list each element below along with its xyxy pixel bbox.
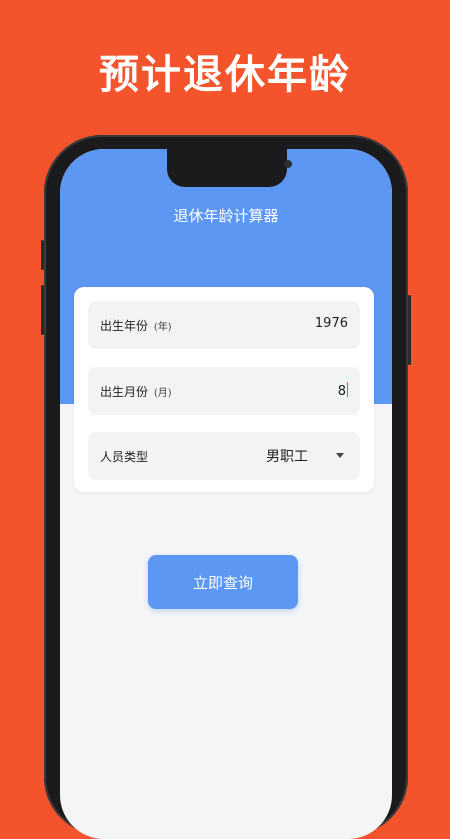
query-button[interactable]: 立即查询 <box>148 555 298 609</box>
birth-year-value[interactable]: 1976 <box>315 316 348 331</box>
phone-frame: 退休年龄计算器 出生年份 (年) 1976 出生月份 (月) 8 人员类型 男职… <box>41 135 411 839</box>
birth-month-label: 出生月份 (月) <box>100 383 172 400</box>
birth-month-unit: (月) <box>153 388 172 399</box>
phone-side-button <box>408 295 411 365</box>
birth-year-label-text: 出生年份 <box>100 319 149 333</box>
person-type-select[interactable]: 人员类型 男职工 <box>88 432 360 480</box>
birth-year-label: 出生年份 (年) <box>100 317 172 334</box>
promo-title: 预计退休年龄 <box>99 52 351 98</box>
app-screen: 退休年龄计算器 出生年份 (年) 1976 出生月份 (月) 8 人员类型 男职… <box>60 149 392 839</box>
phone-notch <box>167 149 292 187</box>
birth-year-unit: (年) <box>153 322 172 333</box>
birth-month-field[interactable]: 出生月份 (月) 8 <box>88 367 360 415</box>
birth-month-value: 8 <box>337 384 346 399</box>
text-cursor <box>347 382 348 397</box>
dropdown-arrow-icon[interactable] <box>336 453 344 458</box>
person-type-label: 人员类型 <box>100 450 149 464</box>
birth-year-field[interactable]: 出生年份 (年) 1976 <box>88 301 360 349</box>
person-type-value: 男职工 <box>266 449 308 465</box>
phone-side-button <box>41 240 44 270</box>
birth-month-label-text: 出生月份 <box>100 385 149 399</box>
phone-side-button <box>41 285 44 335</box>
birth-month-input[interactable]: 8 <box>338 382 348 399</box>
camera-icon <box>284 160 292 168</box>
app-title: 退休年龄计算器 <box>173 207 279 225</box>
form-card: 出生年份 (年) 1976 出生月份 (月) 8 人员类型 男职工 <box>74 287 374 492</box>
